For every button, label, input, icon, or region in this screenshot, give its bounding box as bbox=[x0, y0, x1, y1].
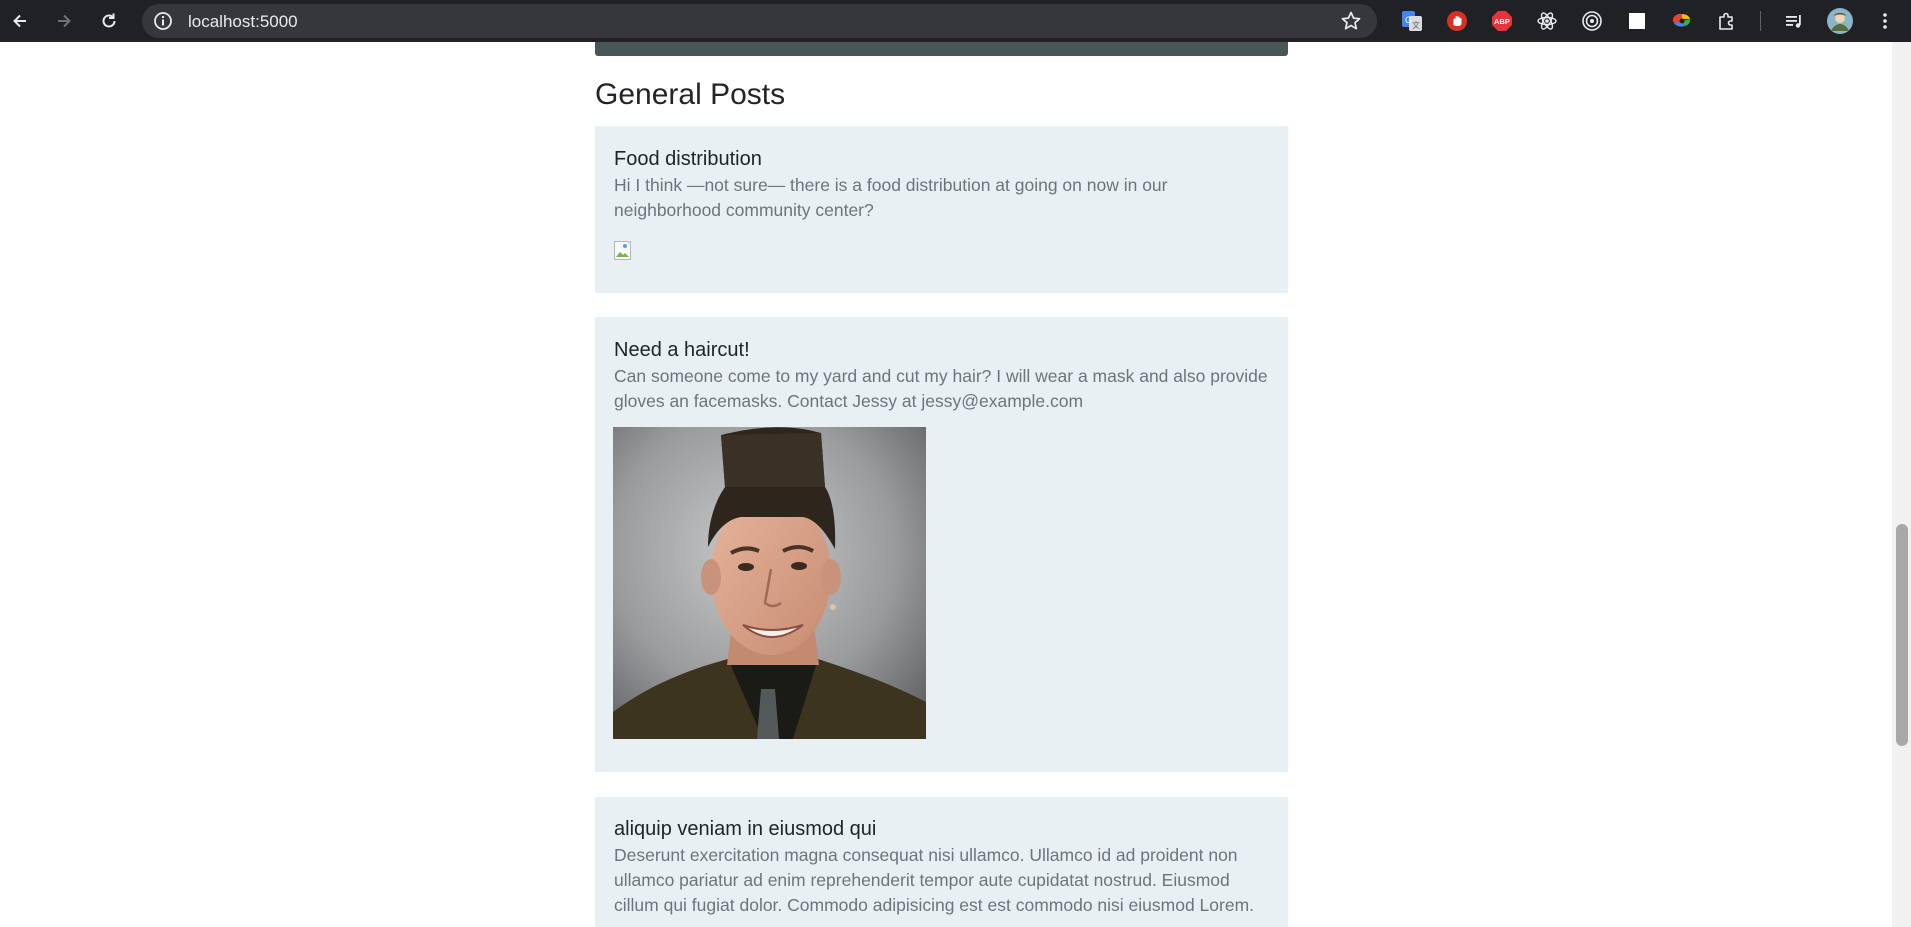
back-button[interactable] bbox=[7, 8, 33, 34]
forward-button[interactable] bbox=[51, 8, 77, 34]
profile-avatar[interactable] bbox=[1826, 7, 1854, 35]
bookmark-star-icon[interactable] bbox=[1339, 9, 1363, 33]
svg-text:ABP: ABP bbox=[1494, 17, 1510, 26]
post-body: Can someone come to my yard and cut my h… bbox=[614, 366, 1268, 411]
adblock-plus-icon[interactable]: ABP bbox=[1490, 9, 1514, 33]
flat-top-haircut-photo bbox=[613, 427, 926, 739]
svg-text:文: 文 bbox=[1412, 20, 1420, 30]
post-card: Need a haircut! Can someone come to my y… bbox=[595, 317, 1288, 772]
toolbar-separator bbox=[1760, 11, 1761, 31]
post-card: aliquip veniam in eiusmod qui Deserunt e… bbox=[595, 797, 1288, 927]
media-playlist-icon[interactable] bbox=[1782, 9, 1806, 33]
google-translate-icon[interactable]: G文 bbox=[1400, 9, 1424, 33]
post-title: aliquip veniam in eiusmod qui bbox=[614, 818, 877, 840]
react-devtools-icon[interactable] bbox=[1535, 9, 1559, 33]
site-info-icon[interactable] bbox=[151, 9, 175, 33]
reload-button[interactable] bbox=[96, 8, 122, 34]
address-bar[interactable]: localhost:5000 bbox=[142, 4, 1377, 38]
post-body: Hi I think —not sure— there is a food di… bbox=[614, 175, 1168, 220]
more-vert-icon[interactable] bbox=[1873, 9, 1897, 33]
svg-text:G: G bbox=[1405, 15, 1412, 25]
post-title: Food distribution bbox=[614, 148, 762, 170]
post-title: Need a haircut! bbox=[614, 339, 750, 361]
puzzle-icon[interactable] bbox=[1715, 9, 1739, 33]
reload-icon bbox=[102, 13, 116, 28]
stop-hand-icon[interactable] bbox=[1445, 9, 1469, 33]
target-icon[interactable] bbox=[1580, 9, 1604, 33]
post-body: Deserunt exercitation magna consequat ni… bbox=[614, 845, 1255, 915]
white-square-icon[interactable] bbox=[1625, 9, 1649, 33]
section-title: General Posts bbox=[595, 78, 786, 111]
color-wheel-icon[interactable] bbox=[1670, 9, 1694, 33]
scrollbar-thumb[interactable] bbox=[1896, 524, 1908, 746]
page-viewport: General Posts Food distribution Hi I thi… bbox=[0, 42, 1892, 927]
url-text[interactable]: localhost:5000 bbox=[188, 12, 298, 32]
back-arrow-icon bbox=[13, 14, 26, 28]
browser-toolbar: localhost:5000 G文 ABP bbox=[0, 0, 1911, 42]
broken-image-icon bbox=[614, 241, 633, 261]
post-card: Food distribution Hi I think —not sure— … bbox=[595, 126, 1288, 293]
page-scrollbar[interactable] bbox=[1892, 42, 1911, 927]
forward-arrow-icon bbox=[58, 14, 71, 28]
previous-section-footer bbox=[595, 42, 1288, 56]
